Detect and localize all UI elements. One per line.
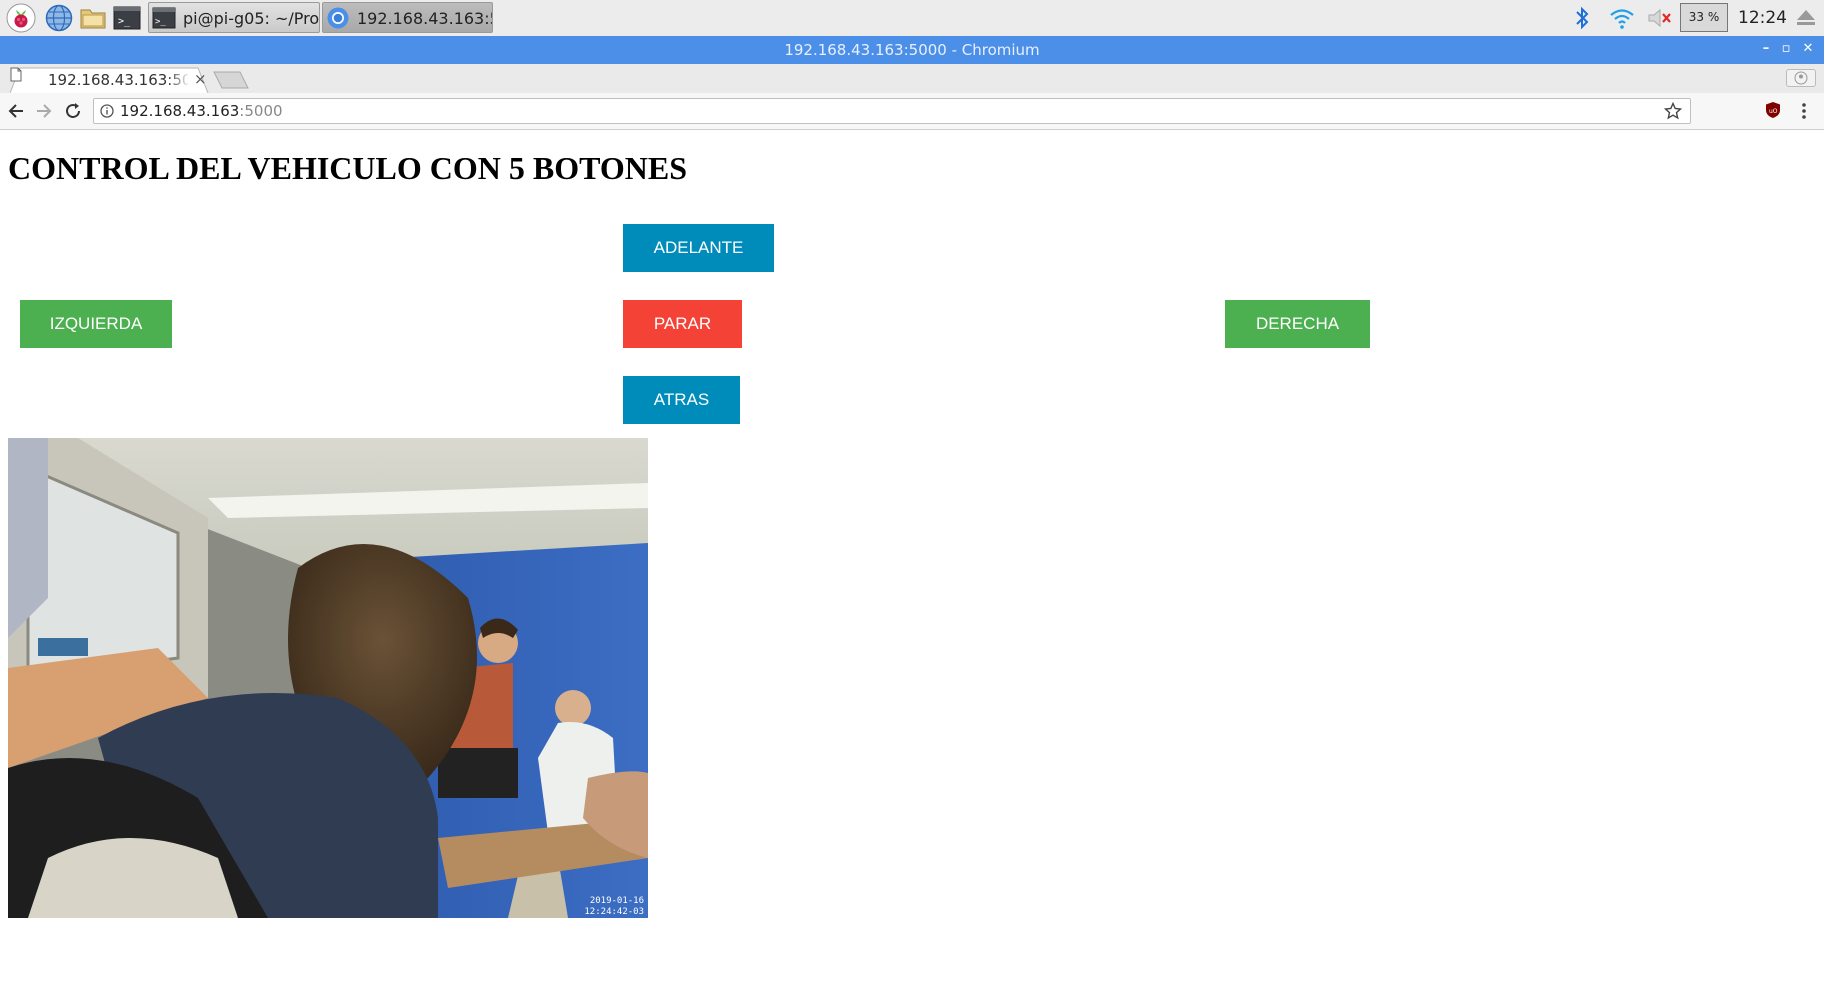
video-timestamp-date: 2019-01-16 (590, 896, 644, 906)
url-port: :5000 (239, 102, 283, 120)
left-button[interactable]: IZQUIERDA (20, 300, 172, 348)
browser-toolbar: 192.168.43.163:5000 uO (0, 93, 1824, 130)
forward-button[interactable]: ADELANTE (623, 224, 774, 272)
page-icon (10, 67, 22, 82)
more-menu-icon[interactable] (1800, 101, 1808, 121)
page-title: CONTROL DEL VEHICULO CON 5 BOTONES (8, 150, 687, 186)
camera-stream-image: 2019-01-16 12:24:42-03 (8, 438, 648, 918)
info-icon[interactable] (100, 104, 114, 118)
web-browser-icon[interactable] (44, 3, 74, 33)
raspberry-menu-icon[interactable] (6, 3, 36, 33)
tab-active[interactable]: 192.168.43.163:5000 × (10, 67, 210, 93)
taskbar-task-chromium[interactable]: 192.168.43.163:5000... (322, 2, 493, 33)
reload-icon[interactable] (63, 101, 83, 121)
minimize-button[interactable]: – (1758, 41, 1774, 57)
taskbar-task-label: 192.168.43.163:5000... (357, 9, 492, 28)
backward-button[interactable]: ATRAS (623, 376, 740, 424)
video-timestamp-time: 12:24:42-03 (584, 907, 644, 917)
clock[interactable]: 12:24 (1738, 8, 1787, 28)
bookmark-star-icon[interactable] (1664, 102, 1682, 120)
volume-muted-icon[interactable] (1646, 7, 1674, 29)
tab-close-button[interactable]: × (194, 70, 207, 88)
svg-text:>_: >_ (155, 17, 166, 27)
cpu-usage-monitor[interactable]: 33 % (1680, 3, 1728, 32)
svg-text:>_: >_ (118, 16, 131, 27)
terminal-icon: >_ (152, 7, 176, 29)
page-content: CONTROL DEL VEHICULO CON 5 BOTONES ADELA… (0, 130, 1824, 984)
tab-title: 192.168.43.163:5000 (48, 71, 188, 89)
profile-icon (1794, 71, 1808, 85)
file-manager-icon[interactable] (78, 3, 108, 33)
bluetooth-icon[interactable] (1572, 5, 1592, 31)
tab-title-fade (168, 69, 190, 91)
eject-icon[interactable] (1796, 9, 1816, 27)
svg-text:uO: uO (1769, 108, 1778, 115)
terminal-icon[interactable]: >_ (112, 3, 142, 33)
window-titlebar[interactable]: 192.168.43.163:5000 - Chromium – ▫ ✕ (0, 36, 1824, 64)
window-title: 192.168.43.163:5000 - Chromium (784, 41, 1040, 59)
address-bar[interactable]: 192.168.43.163:5000 (93, 98, 1691, 124)
profile-button[interactable] (1786, 69, 1816, 87)
tab-strip: 192.168.43.163:5000 × (0, 64, 1824, 94)
ublock-extension-icon[interactable]: uO (1765, 101, 1781, 119)
taskbar-task-terminal[interactable]: >_ pi@pi-g05: ~/Proyect... (148, 2, 320, 33)
url-host: 192.168.43.163 (120, 102, 240, 120)
taskbar-task-label: pi@pi-g05: ~/Proyect... (183, 9, 320, 28)
stop-button[interactable]: PARAR (623, 300, 742, 348)
forward-arrow-icon[interactable] (34, 101, 54, 121)
new-tab-button[interactable] (212, 70, 252, 90)
right-button[interactable]: DERECHA (1225, 300, 1370, 348)
url-text[interactable]: 192.168.43.163:5000 (120, 102, 283, 120)
cpu-usage-label: 33 % (1688, 10, 1720, 24)
taskbar: >_ >_ pi@pi-g05: ~/Proyect... 192.168.43… (0, 0, 1824, 37)
wifi-icon[interactable] (1608, 6, 1636, 30)
maximize-button[interactable]: ▫ (1778, 41, 1794, 57)
close-window-button[interactable]: ✕ (1800, 41, 1816, 57)
chromium-icon (327, 7, 349, 29)
back-arrow-icon[interactable] (6, 101, 26, 121)
